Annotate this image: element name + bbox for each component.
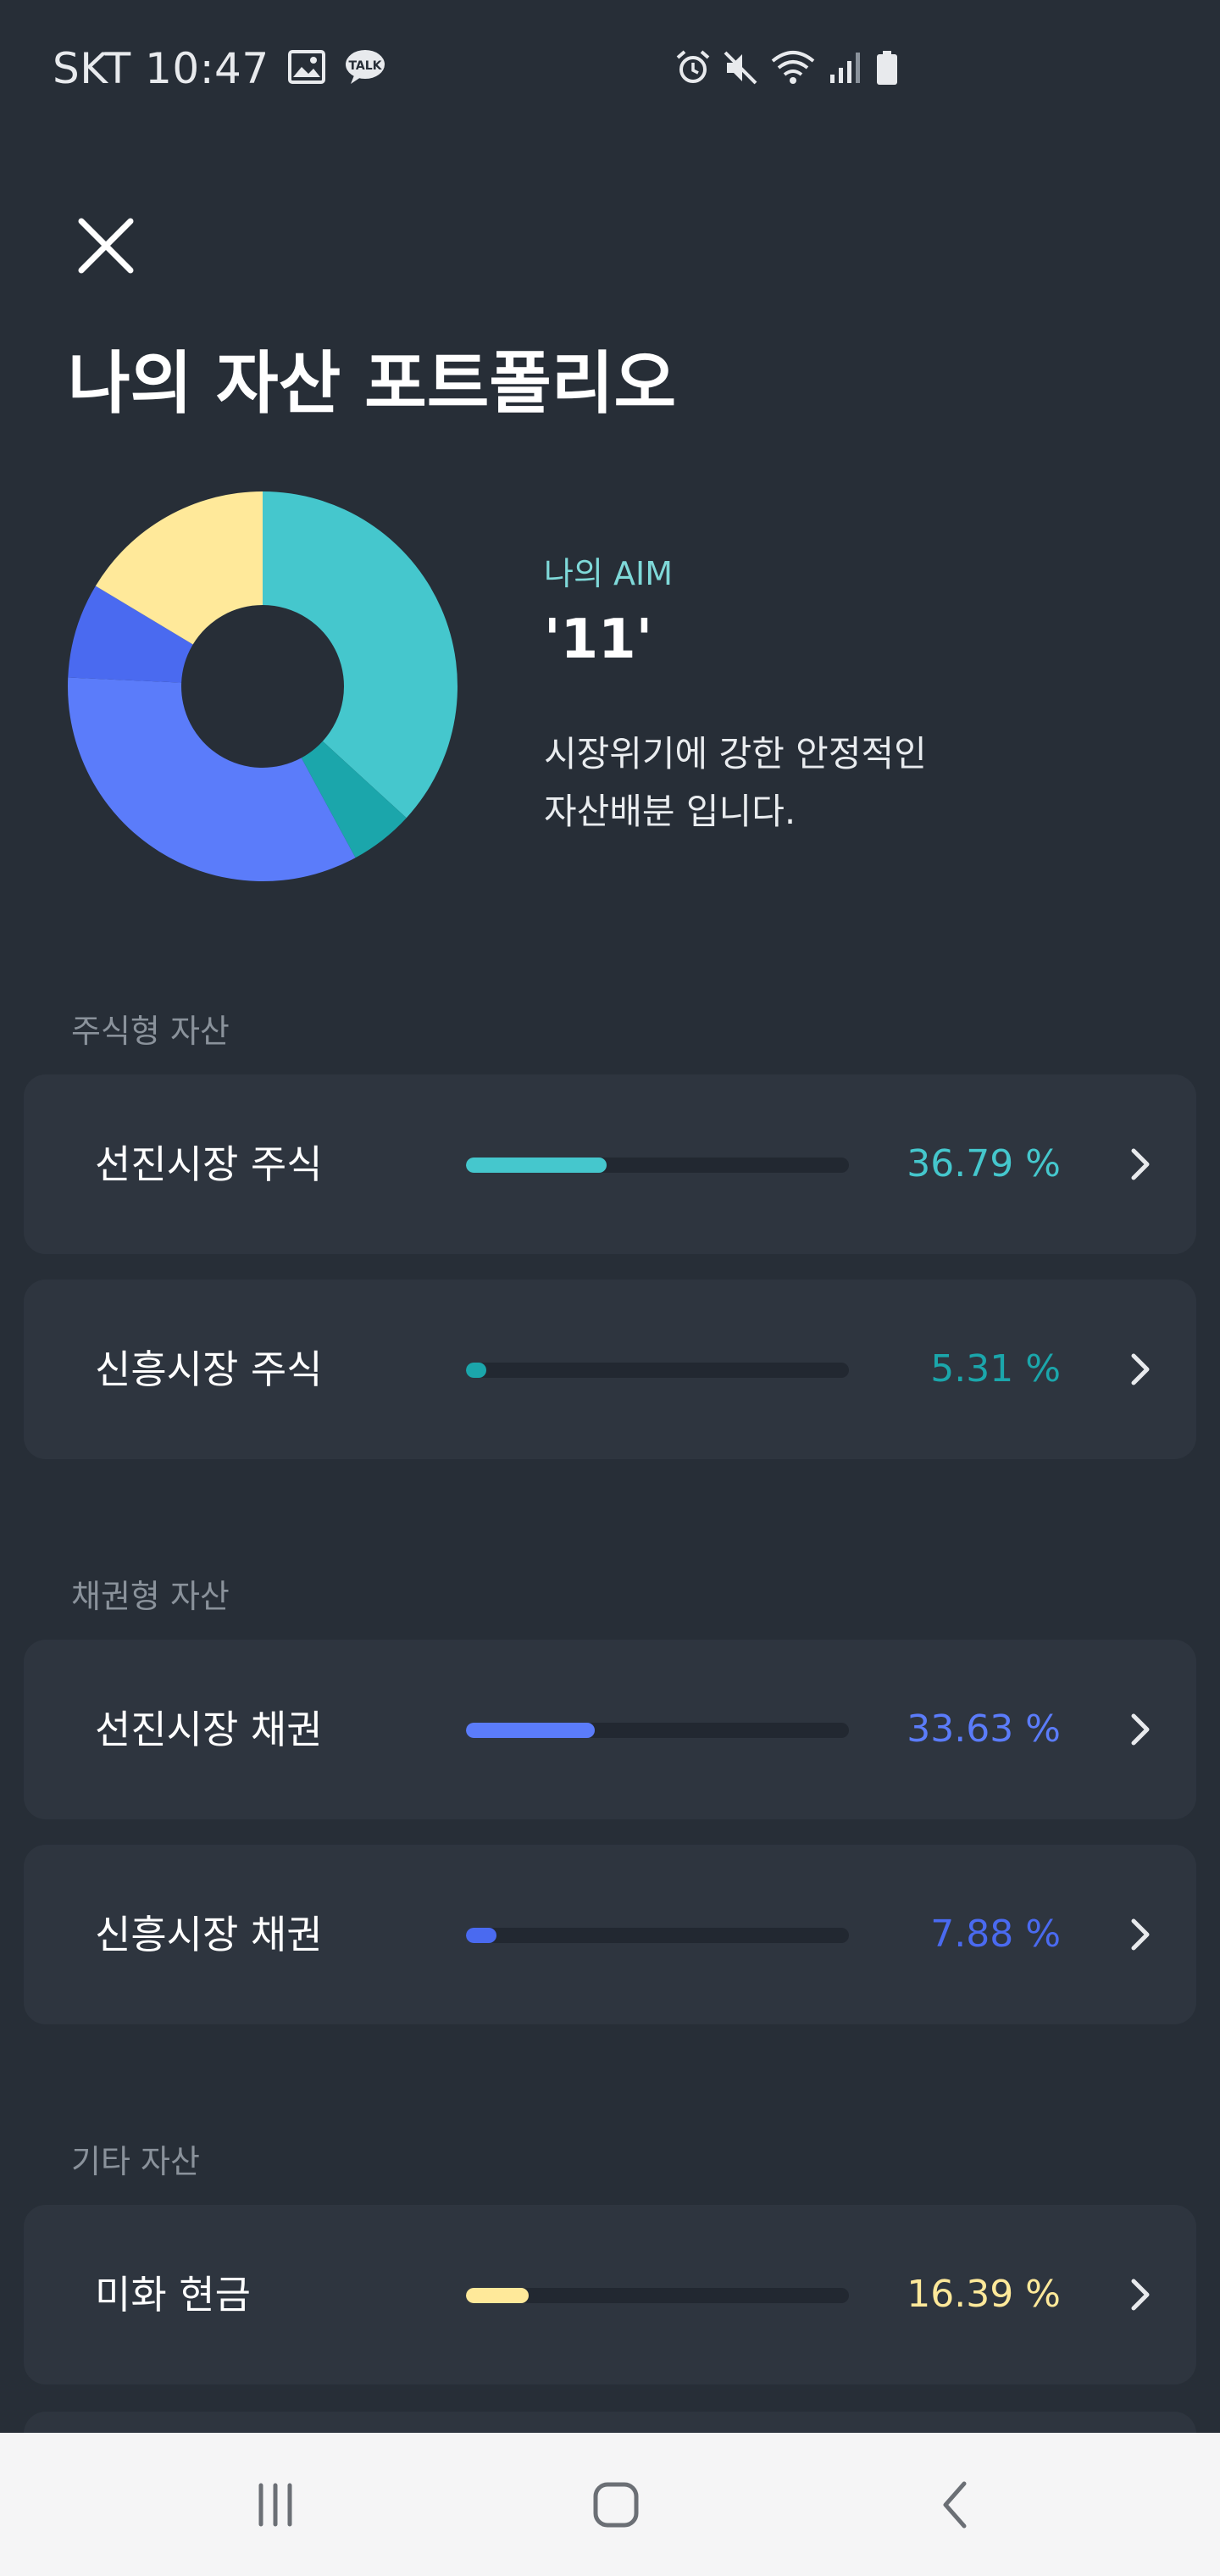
donut-slice-2	[68, 677, 356, 881]
image-icon	[287, 50, 325, 87]
home-button[interactable]	[578, 2467, 654, 2543]
asset-percent: 36.79 %	[907, 1142, 1061, 1185]
asset-bar	[466, 2288, 849, 2303]
recent-apps-icon	[258, 2483, 292, 2527]
asset-card-emerging-bond[interactable]: 신흥시장 채권 7.88 %	[24, 1845, 1196, 2024]
asset-bar	[466, 1363, 849, 1378]
asset-bar-fill	[466, 1723, 595, 1738]
mute-icon	[722, 49, 759, 86]
asset-label: 선진시장 주식	[95, 1141, 323, 1187]
page-title: 나의 자산 포트폴리오	[68, 344, 677, 423]
asset-bar-fill	[466, 1158, 607, 1173]
chevron-right-icon	[1131, 1148, 1150, 1180]
asset-bar	[466, 1928, 849, 1943]
portfolio-donut-chart	[68, 491, 458, 881]
recent-apps-button[interactable]	[237, 2467, 313, 2543]
carrier-time: SKT 10:47	[53, 44, 269, 93]
section-label-equity: 주식형 자산	[71, 1013, 230, 1050]
status-bar: SKT 10:47 TALK	[0, 0, 1220, 148]
asset-bar	[466, 1723, 849, 1738]
back-icon	[943, 2481, 967, 2529]
battery-icon	[874, 49, 900, 86]
asset-bar-fill	[466, 1928, 496, 1943]
asset-card-developed-equity[interactable]: 선진시장 주식 36.79 %	[24, 1074, 1196, 1254]
asset-percent: 33.63 %	[907, 1707, 1061, 1751]
chevron-right-icon	[1131, 1918, 1150, 1951]
asset-percent: 7.88 %	[930, 1913, 1061, 1956]
chevron-right-icon	[1131, 1713, 1150, 1746]
asset-label: 신흥시장 주식	[95, 1346, 323, 1392]
wifi-icon	[769, 49, 817, 86]
back-button[interactable]	[918, 2467, 995, 2543]
close-button[interactable]	[68, 208, 144, 284]
asset-bar-fill	[466, 1363, 486, 1378]
aim-description-line2: 자산배분 입니다.	[544, 791, 796, 832]
asset-card-developed-bond[interactable]: 선진시장 채권 33.63 %	[24, 1640, 1196, 1819]
aim-label: 나의 AIM	[544, 555, 673, 592]
asset-percent: 16.39 %	[907, 2273, 1061, 2316]
chevron-right-icon	[1131, 1353, 1150, 1385]
asset-card-emerging-equity[interactable]: 신흥시장 주식 5.31 %	[24, 1280, 1196, 1459]
signal-icon	[827, 49, 864, 86]
close-icon	[78, 218, 134, 274]
chevron-right-icon	[1131, 2279, 1150, 2311]
kakaotalk-icon: TALK	[344, 48, 386, 89]
talk-icon-text: TALK	[348, 59, 382, 73]
asset-bar	[466, 1158, 849, 1173]
aim-description-line1: 시장위기에 강한 안정적인	[544, 733, 927, 774]
aim-description: 시장위기에 강한 안정적인 자산배분 입니다.	[544, 725, 1052, 841]
status-right	[674, 49, 900, 86]
asset-label: 선진시장 채권	[95, 1707, 323, 1752]
section-label-bond: 채권형 자산	[71, 1578, 230, 1615]
asset-label: 신흥시장 채권	[95, 1912, 323, 1957]
asset-card-usd-cash[interactable]: 미화 현금 16.39 %	[24, 2205, 1196, 2384]
alarm-icon	[674, 49, 712, 86]
status-left: SKT 10:47 TALK	[53, 44, 386, 93]
section-label-other: 기타 자산	[71, 2143, 200, 2180]
asset-label: 미화 현금	[95, 2272, 251, 2318]
aim-value: '11'	[544, 608, 653, 671]
navigation-bar	[0, 2433, 1220, 2576]
asset-bar-fill	[466, 2288, 530, 2303]
home-icon	[593, 2482, 639, 2528]
asset-percent: 5.31 %	[930, 1347, 1061, 1391]
